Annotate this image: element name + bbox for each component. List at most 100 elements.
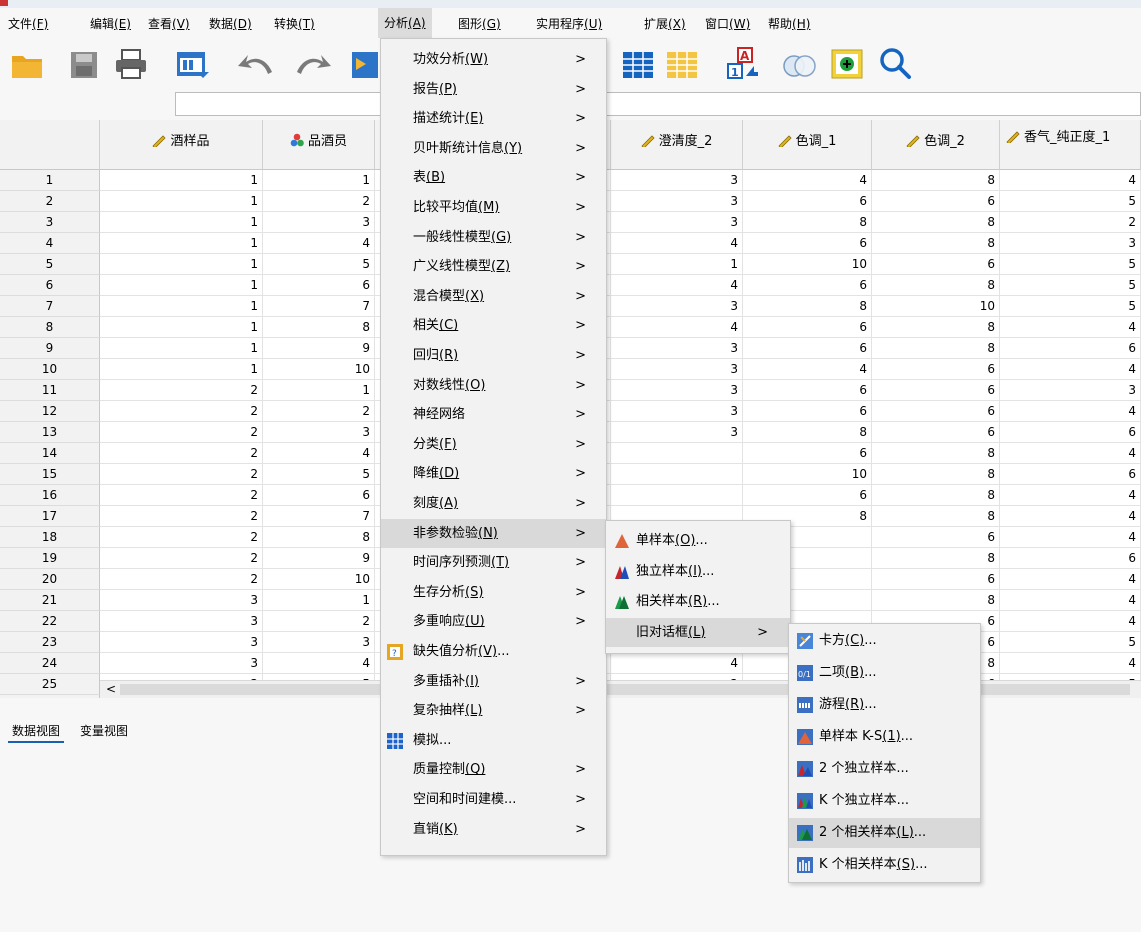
data-cell[interactable] bbox=[611, 443, 743, 464]
data-cell[interactable]: 3 bbox=[100, 653, 263, 674]
menu-item-legacy-menu-1[interactable]: 0/1 二项(B)... bbox=[789, 658, 980, 688]
save-icon[interactable] bbox=[70, 50, 98, 80]
data-cell[interactable]: 4 bbox=[263, 653, 375, 674]
menubar-item-4[interactable]: 转换(T) bbox=[274, 15, 315, 32]
row-header[interactable]: 21 bbox=[0, 590, 100, 611]
menu-item-analyze-menu-2[interactable]: 描述统计(E) > bbox=[381, 104, 606, 134]
data-cell[interactable]: 4 bbox=[1000, 317, 1141, 338]
menu-item-analyze-menu-19[interactable]: 多重响应(U) > bbox=[381, 607, 606, 637]
data-cell[interactable]: 4 bbox=[611, 653, 743, 674]
row-header[interactable]: 3 bbox=[0, 212, 100, 233]
data-cell[interactable]: 6 bbox=[743, 485, 872, 506]
menu-item-analyze-menu-1[interactable]: 报告(P) > bbox=[381, 75, 606, 105]
data-cell[interactable]: 3 bbox=[263, 422, 375, 443]
menu-item-analyze-menu-12[interactable]: 神经网络 > bbox=[381, 400, 606, 430]
tab-data-view[interactable]: 数据视图 bbox=[8, 720, 65, 743]
row-header[interactable]: 1 bbox=[0, 170, 100, 191]
data-cell[interactable]: 8 bbox=[872, 443, 1000, 464]
data-cell[interactable]: 1 bbox=[100, 254, 263, 275]
data-cell[interactable]: 3 bbox=[611, 170, 743, 191]
data-cell[interactable]: 8 bbox=[872, 464, 1000, 485]
menubar-item-2[interactable]: 查看(V) bbox=[148, 15, 190, 32]
data-cell[interactable]: 8 bbox=[872, 485, 1000, 506]
menu-item-analyze-menu-17[interactable]: 时间序列预测(T) > bbox=[381, 548, 606, 578]
horizontal-scrollbar[interactable]: < bbox=[100, 680, 1141, 699]
menu-item-legacy-menu-6[interactable]: 2 个相关样本(L)... bbox=[789, 818, 980, 848]
menubar-item-10[interactable]: 帮助(H) bbox=[768, 15, 810, 32]
menubar-item-5[interactable]: 分析(A) bbox=[378, 8, 432, 38]
menu-item-analyze-menu-25[interactable]: 空间和时间建模... > bbox=[381, 785, 606, 815]
menu-item-nonparam-menu-3[interactable]: 旧对话框(L) > bbox=[606, 617, 790, 648]
data-cell[interactable]: 1 bbox=[100, 296, 263, 317]
data-cell[interactable]: 2 bbox=[100, 569, 263, 590]
data-cell[interactable]: 4 bbox=[1000, 506, 1141, 527]
menubar-item-8[interactable]: 扩展(X) bbox=[644, 15, 686, 32]
menu-item-legacy-menu-7[interactable]: K 个相关样本(S)... bbox=[789, 850, 980, 880]
data-cell[interactable]: 8 bbox=[263, 527, 375, 548]
data-cell[interactable]: 6 bbox=[872, 422, 1000, 443]
data-cell[interactable]: 9 bbox=[263, 338, 375, 359]
row-header[interactable]: 11 bbox=[0, 380, 100, 401]
data-cell[interactable]: 3 bbox=[263, 212, 375, 233]
menu-item-analyze-menu-8[interactable]: 混合模型(X) > bbox=[381, 282, 606, 312]
row-header[interactable]: 9 bbox=[0, 338, 100, 359]
row-header[interactable]: 20 bbox=[0, 569, 100, 590]
data-cell[interactable]: 8 bbox=[872, 233, 1000, 254]
row-header[interactable]: 19 bbox=[0, 548, 100, 569]
data-cell[interactable]: 8 bbox=[872, 275, 1000, 296]
data-cell[interactable]: 6 bbox=[743, 443, 872, 464]
data-cell[interactable]: 1 bbox=[263, 170, 375, 191]
data-cell[interactable]: 4 bbox=[1000, 443, 1141, 464]
data-cell[interactable]: 3 bbox=[611, 296, 743, 317]
data-cell[interactable]: 8 bbox=[872, 506, 1000, 527]
menubar-item-0[interactable]: 文件(F) bbox=[8, 15, 48, 32]
data-cell[interactable]: 10 bbox=[872, 296, 1000, 317]
data-cell[interactable]: 4 bbox=[743, 170, 872, 191]
data-cell[interactable]: 2 bbox=[1000, 212, 1141, 233]
data-cell[interactable]: 8 bbox=[872, 590, 1000, 611]
data-cell[interactable]: 6 bbox=[872, 527, 1000, 548]
data-cell[interactable] bbox=[611, 464, 743, 485]
data-cell[interactable]: 10 bbox=[263, 569, 375, 590]
data-cell[interactable]: 8 bbox=[872, 212, 1000, 233]
data-cell[interactable]: 5 bbox=[1000, 254, 1141, 275]
data-cell[interactable]: 4 bbox=[743, 359, 872, 380]
data-cell[interactable]: 6 bbox=[1000, 548, 1141, 569]
row-header[interactable]: 10 bbox=[0, 359, 100, 380]
data-cell[interactable]: 4 bbox=[1000, 569, 1141, 590]
dialog-recall-icon[interactable] bbox=[175, 50, 209, 80]
data-cell[interactable]: 2 bbox=[100, 548, 263, 569]
data-cell[interactable]: 4 bbox=[1000, 590, 1141, 611]
row-header[interactable]: 13 bbox=[0, 422, 100, 443]
data-cell[interactable]: 1 bbox=[100, 170, 263, 191]
menu-item-legacy-menu-4[interactable]: 2 个独立样本... bbox=[789, 754, 980, 784]
menubar-item-9[interactable]: 窗口(W) bbox=[705, 15, 750, 32]
data-cell[interactable]: 6 bbox=[1000, 464, 1141, 485]
data-cell[interactable]: 2 bbox=[100, 527, 263, 548]
menubar-item-6[interactable]: 图形(G) bbox=[458, 15, 501, 32]
data-cell[interactable]: 2 bbox=[100, 506, 263, 527]
menu-item-analyze-menu-24[interactable]: 质量控制(Q) > bbox=[381, 755, 606, 785]
data-cell[interactable]: 5 bbox=[1000, 275, 1141, 296]
data-cell[interactable]: 2 bbox=[263, 611, 375, 632]
row-header[interactable]: 14 bbox=[0, 443, 100, 464]
data-cell[interactable]: 7 bbox=[263, 506, 375, 527]
column-header[interactable]: 澄清度_2 bbox=[611, 120, 743, 170]
data-cell[interactable]: 3 bbox=[263, 632, 375, 653]
data-cell[interactable]: 4 bbox=[1000, 527, 1141, 548]
menu-item-analyze-menu-13[interactable]: 分类(F) > bbox=[381, 430, 606, 460]
data-cell[interactable]: 8 bbox=[872, 338, 1000, 359]
data-cell[interactable]: 8 bbox=[872, 170, 1000, 191]
data-cell[interactable]: 6 bbox=[872, 191, 1000, 212]
data-cell[interactable] bbox=[611, 485, 743, 506]
data-cell[interactable]: 1 bbox=[263, 590, 375, 611]
data-cell[interactable]: 1 bbox=[100, 359, 263, 380]
menu-item-analyze-menu-20[interactable]: ? 缺失值分析(V)... bbox=[381, 637, 606, 667]
menubar-item-7[interactable]: 实用程序(U) bbox=[536, 15, 602, 32]
data-cell[interactable]: 9 bbox=[263, 548, 375, 569]
data-cell[interactable]: 3 bbox=[100, 632, 263, 653]
menu-item-analyze-menu-21[interactable]: 多重插补(I) > bbox=[381, 667, 606, 697]
menu-item-analyze-menu-4[interactable]: 表(B) > bbox=[381, 163, 606, 193]
data-cell[interactable]: 1 bbox=[100, 275, 263, 296]
data-cell[interactable]: 6 bbox=[263, 275, 375, 296]
